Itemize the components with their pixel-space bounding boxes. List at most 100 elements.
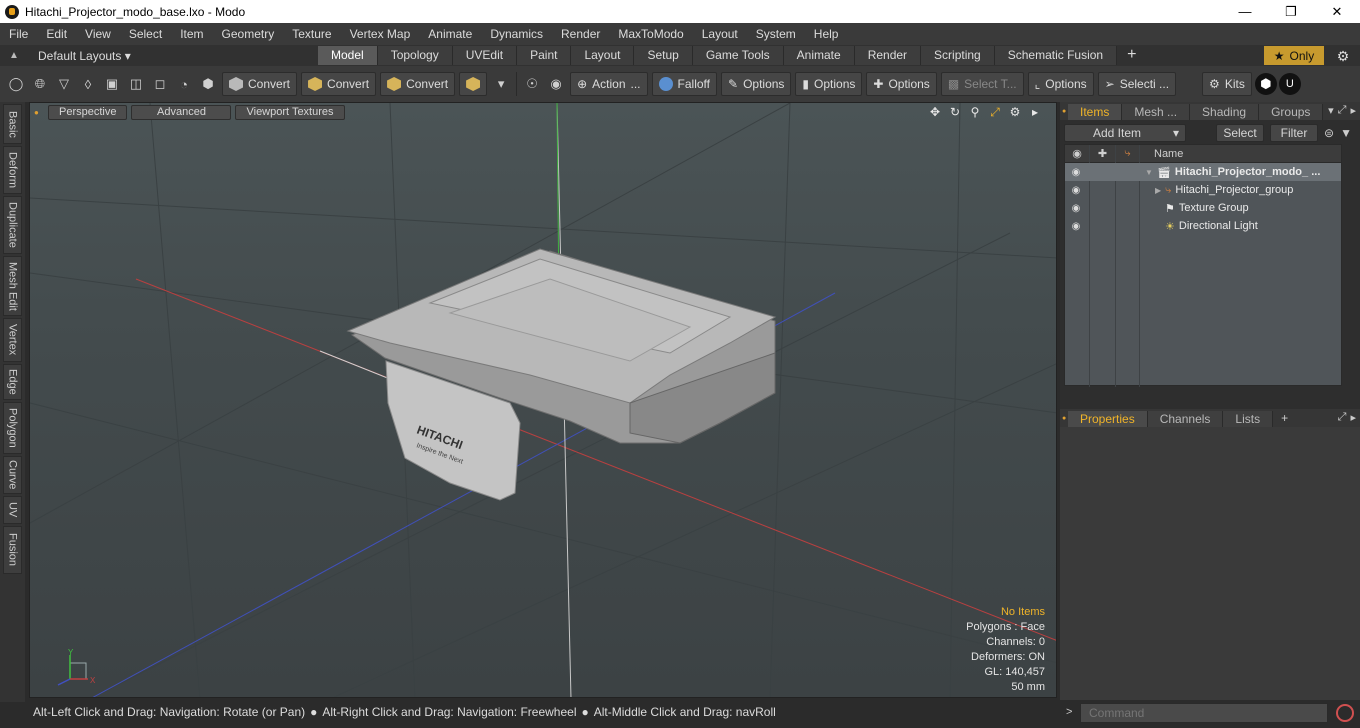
edge-select-icon[interactable]: ◊ xyxy=(77,73,99,95)
menu-texture[interactable]: Texture xyxy=(283,23,340,45)
add-tab-icon[interactable]: + xyxy=(1117,45,1146,66)
options-button-3[interactable]: ✚ Options xyxy=(866,72,937,96)
tab-shading[interactable]: Shading xyxy=(1190,104,1260,120)
vtab-polygon[interactable]: Polygon xyxy=(3,402,22,454)
menu-maxtomodo[interactable]: MaxToModo xyxy=(609,23,692,45)
expand-up-icon[interactable]: ▲ xyxy=(0,50,28,61)
vtab-deform[interactable]: Deform xyxy=(3,146,22,194)
shaded-cube-icon[interactable]: ⬢ xyxy=(197,73,219,95)
list-item[interactable]: ◉ ▼ 🎬︎ Hitachi_Projector_modo_ ... xyxy=(1065,163,1341,181)
vtab-edge[interactable]: Edge xyxy=(3,364,22,400)
panel-arrow-icon[interactable]: ▸ xyxy=(1350,104,1356,117)
convert-button-3[interactable]: Convert xyxy=(380,72,456,96)
tab-animate[interactable]: Animate xyxy=(783,46,855,65)
panel-arrow-icon[interactable]: ▸ xyxy=(1350,411,1356,424)
menu-geometry[interactable]: Geometry xyxy=(213,23,284,45)
convert-button-1[interactable]: Convert xyxy=(222,72,298,96)
options-button-4[interactable]: ⌞ Options xyxy=(1027,72,1094,96)
unity-icon[interactable]: ⬢ xyxy=(1254,73,1277,95)
tab-layout[interactable]: Layout xyxy=(571,46,635,65)
vtab-duplicate[interactable]: Duplicate xyxy=(3,196,22,254)
tab-schematic-fusion[interactable]: Schematic Fusion xyxy=(994,46,1118,65)
tab-paint[interactable]: Paint xyxy=(517,46,572,65)
collapse-icon[interactable]: ⊜ xyxy=(1324,126,1334,140)
tab-items[interactable]: Items xyxy=(1068,104,1123,120)
expand-arrow-icon[interactable]: ▼ xyxy=(1145,168,1153,177)
funnel-icon[interactable]: ▼ xyxy=(1340,126,1352,140)
chevron-down-icon[interactable]: ▾ xyxy=(490,73,512,95)
symmetry-icon[interactable]: ☉ xyxy=(521,73,543,95)
chevron-down-icon[interactable]: ▾ xyxy=(1328,104,1334,117)
command-arrow-icon[interactable]: > xyxy=(1066,706,1072,718)
menu-file[interactable]: File xyxy=(0,23,37,45)
vtab-curve[interactable]: Curve xyxy=(3,456,22,494)
vertex-select-icon[interactable]: ▽ xyxy=(53,73,75,95)
menu-dynamics[interactable]: Dynamics xyxy=(481,23,552,45)
material-select-icon[interactable]: ◻ xyxy=(149,73,171,95)
eye-icon[interactable]: ◉ xyxy=(1065,203,1087,214)
tab-model[interactable]: Model xyxy=(318,46,378,65)
expand-arrow-icon[interactable]: ▶ xyxy=(1155,186,1161,195)
3d-viewport[interactable]: HITACHI Inspire the Next Y X ● Perspecti… xyxy=(29,102,1057,698)
visibility-column-eye-icon[interactable]: ◉ xyxy=(1065,144,1090,163)
tab-setup[interactable]: Setup xyxy=(634,46,693,65)
action-center-button[interactable]: ⊕ Action... xyxy=(570,72,648,96)
unreal-icon[interactable]: U xyxy=(1278,73,1301,95)
eye-icon[interactable]: ◉ xyxy=(1065,185,1087,196)
expand-panel-icon[interactable]: ⤢ xyxy=(1338,411,1347,424)
snapping-icon[interactable]: ◉ xyxy=(545,73,567,95)
add-tab-icon[interactable]: + xyxy=(1273,411,1288,425)
menu-help[interactable]: Help xyxy=(805,23,848,45)
only-button[interactable]: ★ Only xyxy=(1264,46,1324,65)
tab-render[interactable]: Render xyxy=(854,46,922,65)
menu-vertex-map[interactable]: Vertex Map xyxy=(341,23,420,45)
menu-select[interactable]: Select xyxy=(120,23,171,45)
select-through-button[interactable]: ▩ Select T... xyxy=(940,72,1024,96)
fit-icon[interactable]: ⤢ xyxy=(988,105,1002,120)
record-icon[interactable] xyxy=(1336,704,1354,722)
tab-scripting[interactable]: Scripting xyxy=(921,46,995,65)
panel-menu-dot[interactable]: ● xyxy=(1060,415,1068,422)
vtab-basic[interactable]: Basic xyxy=(3,104,22,144)
list-item[interactable]: ◉ ☀ Directional Light xyxy=(1065,217,1341,235)
menu-item[interactable]: Item xyxy=(171,23,212,45)
pivot-select-icon[interactable]: ◔ xyxy=(173,73,195,95)
type-column-icon[interactable]: ⤷ xyxy=(1116,144,1140,163)
menu-system[interactable]: System xyxy=(747,23,805,45)
tab-properties[interactable]: Properties xyxy=(1068,411,1148,427)
viewport-arrow-icon[interactable]: ▸ xyxy=(1028,105,1042,120)
vtab-uv[interactable]: UV xyxy=(3,496,22,524)
eye-icon[interactable]: ◉ xyxy=(1065,167,1087,178)
zoom-icon[interactable]: ⚲ xyxy=(968,105,982,120)
filter-button[interactable]: Filter xyxy=(1270,124,1318,142)
tab-lists[interactable]: Lists xyxy=(1223,411,1274,427)
default-layouts-dropdown[interactable]: Default Layouts ▾ xyxy=(28,49,318,63)
vtab-mesh-edit[interactable]: Mesh Edit xyxy=(3,256,22,316)
pan-icon[interactable]: ✥ xyxy=(928,105,942,120)
viewport-menu-dot[interactable]: ● xyxy=(34,108,44,117)
tab-game-tools[interactable]: Game Tools xyxy=(692,46,784,65)
vertices-mode-icon[interactable]: ◯ xyxy=(5,73,27,95)
gear-icon[interactable]: ⚙ xyxy=(1334,47,1352,65)
menu-animate[interactable]: Animate xyxy=(419,23,481,45)
options-button-1[interactable]: ✎ Options xyxy=(721,72,792,96)
rotate-icon[interactable]: ↻ xyxy=(948,105,962,120)
selection-button[interactable]: ➢ Selecti ... xyxy=(1097,72,1177,96)
viewport-textures-button[interactable]: Viewport Textures xyxy=(235,104,345,120)
tab-uvedit[interactable]: UVEdit xyxy=(452,46,518,65)
maximize-button[interactable]: ❐ xyxy=(1268,0,1314,23)
tab-mesh[interactable]: Mesh ... xyxy=(1122,104,1191,120)
advanced-button[interactable]: Advanced xyxy=(131,104,232,120)
polygon-select-icon[interactable]: ▣ xyxy=(101,73,123,95)
primitive-dropdown[interactable] xyxy=(459,72,488,96)
item-select-icon[interactable]: ◫ xyxy=(125,73,147,95)
eye-icon[interactable]: ◉ xyxy=(1065,221,1087,232)
minimize-button[interactable]: — xyxy=(1222,0,1268,23)
menu-render[interactable]: Render xyxy=(552,23,609,45)
command-input[interactable] xyxy=(1080,703,1328,723)
viewport-gear-icon[interactable]: ⚙ xyxy=(1008,105,1022,120)
tab-topology[interactable]: Topology xyxy=(377,46,453,65)
convert-button-2[interactable]: Convert xyxy=(301,72,377,96)
add-item-dropdown[interactable]: Add Item ▾ xyxy=(1064,124,1186,142)
menu-layout[interactable]: Layout xyxy=(693,23,747,45)
